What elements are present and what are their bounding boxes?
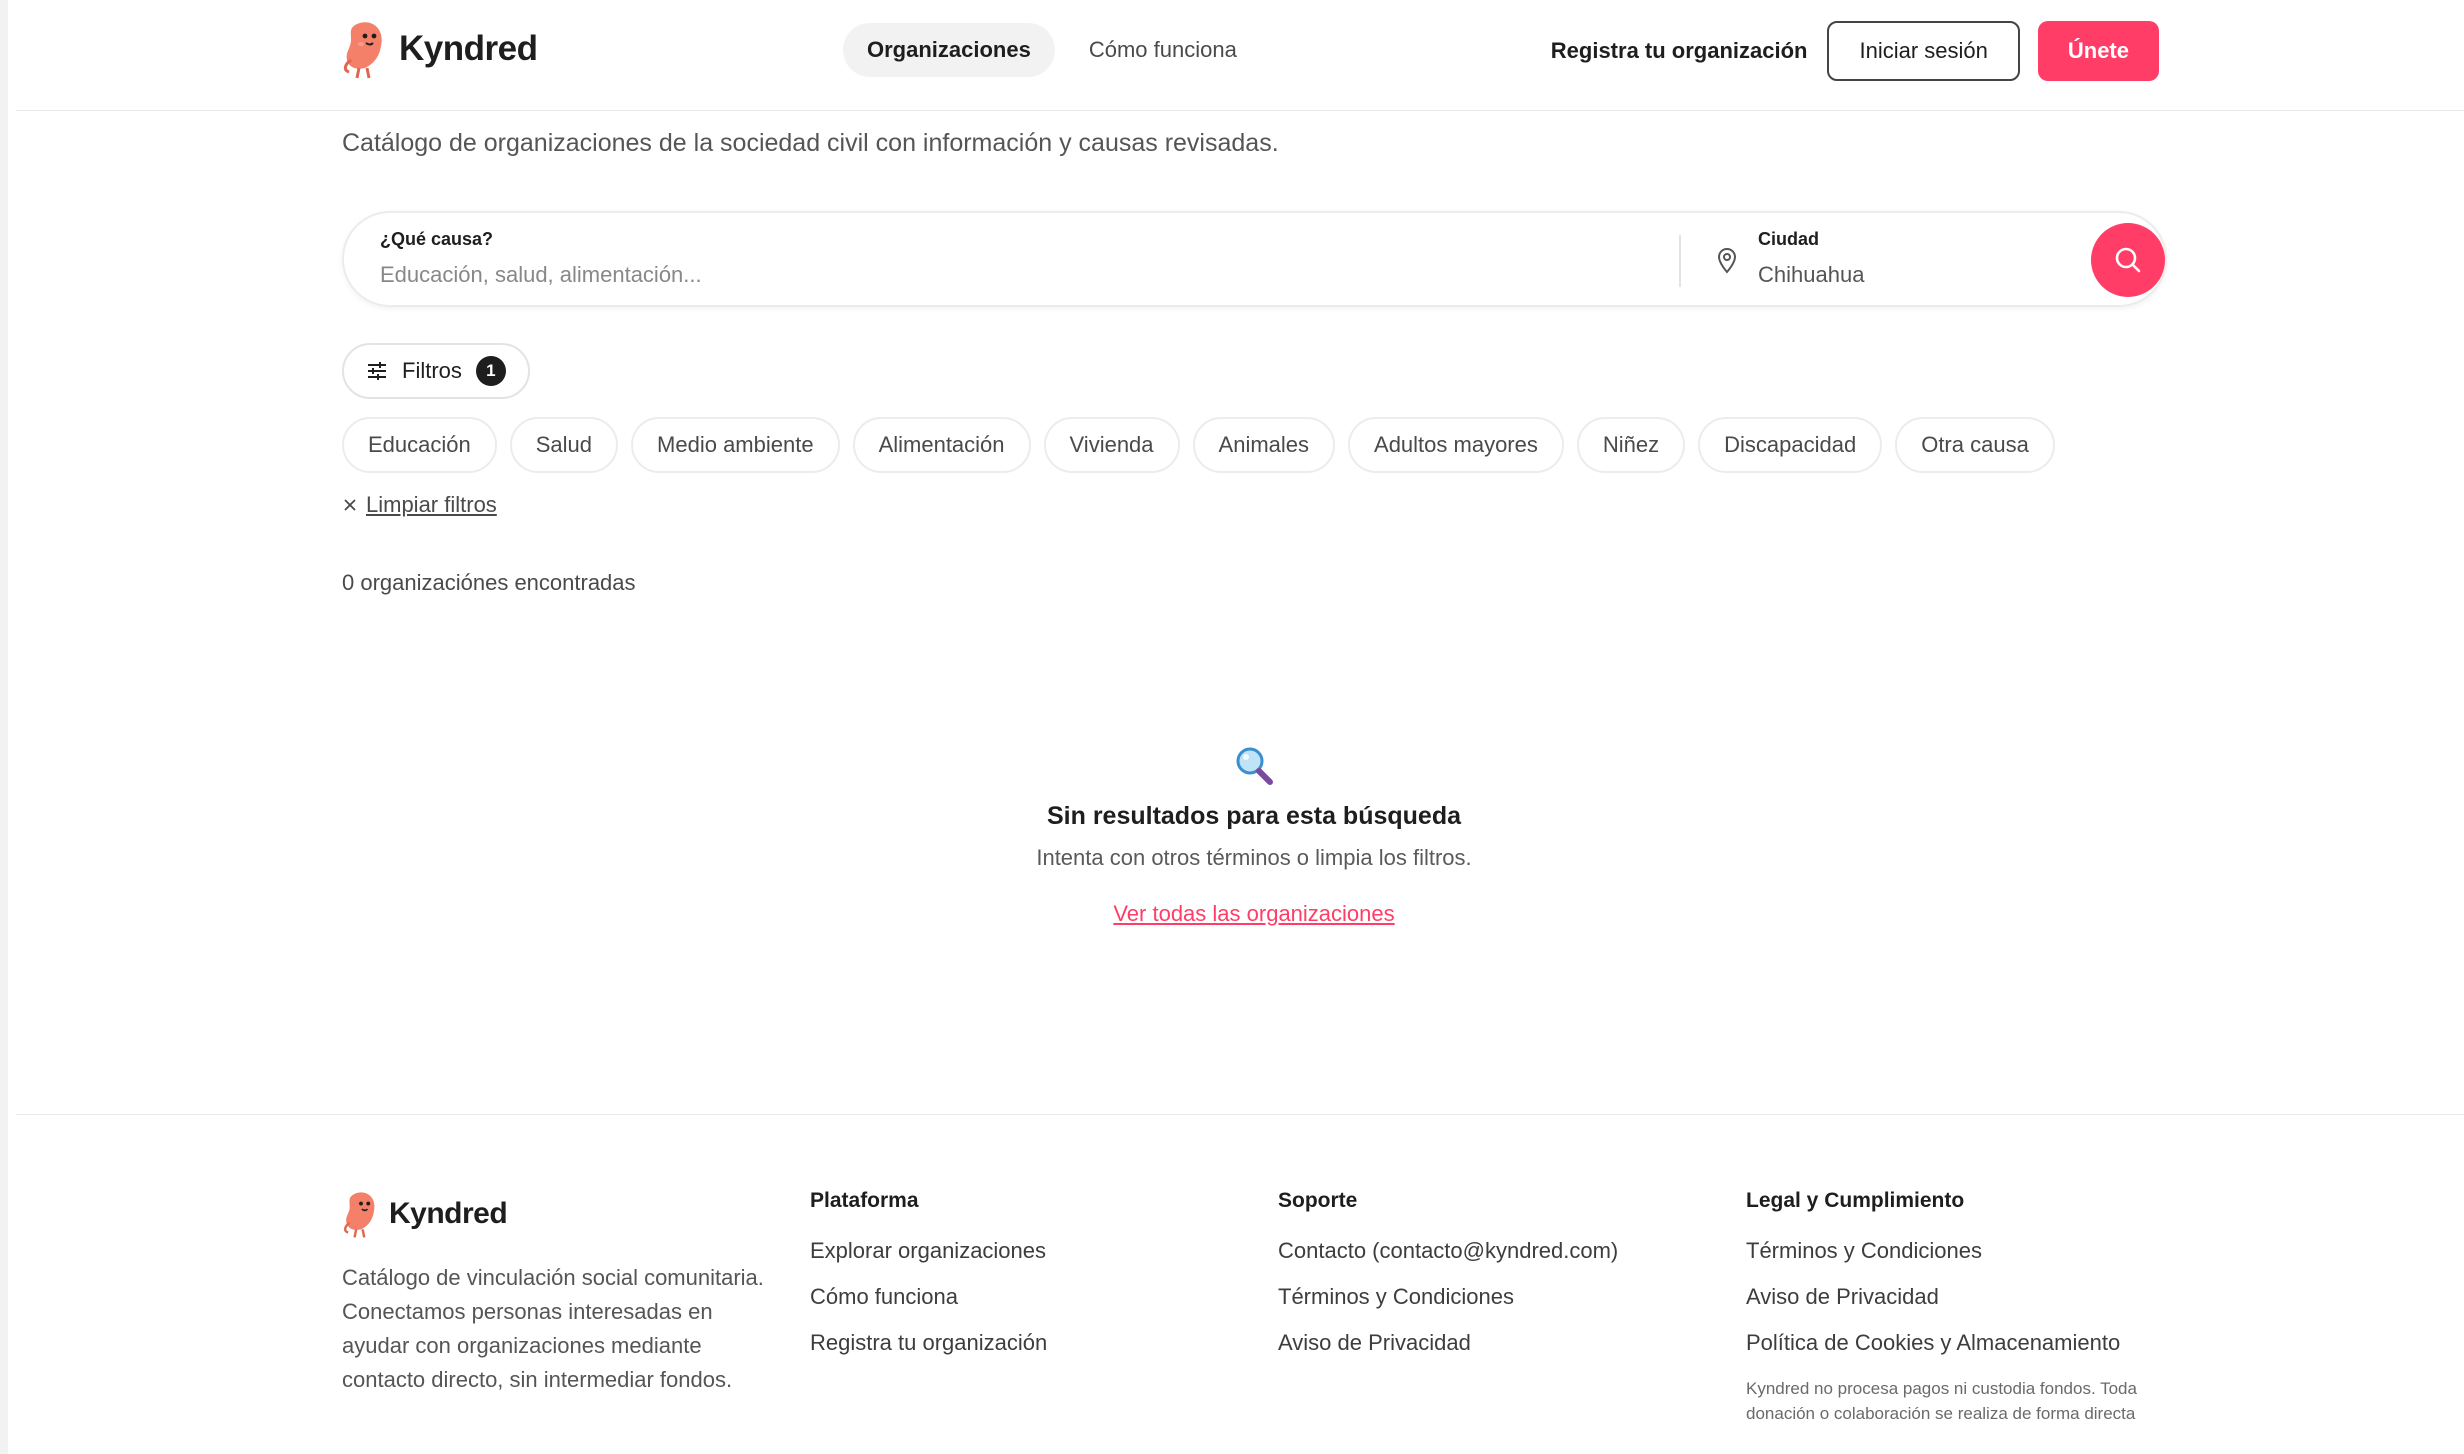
magnifier-emoji-icon	[1236, 747, 1273, 785]
city-field-label: Ciudad	[1758, 229, 1819, 249]
tab-organizaciones[interactable]: Organizaciones	[843, 23, 1055, 77]
footer-col-plataforma: Plataforma Explorar organizaciones Cómo …	[810, 1189, 1047, 1376]
footer-col-title: Plataforma	[810, 1189, 919, 1212]
city-input[interactable]: Chihuahua	[1758, 262, 1864, 288]
brand-logo[interactable]: Kyndred	[341, 18, 538, 80]
footer-col-soporte: Soporte Contacto (contacto@kyndred.com) …	[1278, 1189, 1618, 1376]
results-count: 0 organizaciónes encontradas	[342, 570, 636, 595]
chip-discapacidad[interactable]: Discapacidad	[1698, 417, 1883, 473]
chip-salud[interactable]: Salud	[509, 417, 619, 473]
footer-link-privacidad-legal[interactable]: Aviso de Privacidad	[1746, 1284, 2166, 1310]
tab-como-funciona[interactable]: Cómo funciona	[1065, 23, 1261, 77]
chip-adultos-mayores[interactable]: Adultos mayores	[1348, 417, 1564, 473]
kyndred-mascot-icon	[343, 1192, 375, 1238]
footer-col-legal: Legal y Cumplimiento Términos y Condicio…	[1746, 1189, 2166, 1426]
footer-col-title: Legal y Cumplimiento	[1746, 1189, 1965, 1212]
chip-vivienda[interactable]: Vivienda	[1043, 417, 1180, 473]
map-pin-icon	[1717, 247, 1737, 274]
main-nav: Organizaciones Cómo funciona	[843, 23, 1261, 77]
brand-name: Kyndred	[399, 29, 538, 68]
footer-link-contacto[interactable]: Contacto (contacto@kyndred.com)	[1278, 1238, 1618, 1264]
footer-logo[interactable]: Kyndred	[341, 1189, 508, 1239]
join-button[interactable]: Únete	[2037, 21, 2159, 81]
filters-count-badge: 1	[475, 356, 506, 386]
empty-state-title: Sin resultados para esta búsqueda	[1046, 802, 1461, 830]
footer-legal-note: Kyndred no procesa pagos ni custodia fon…	[1746, 1379, 2137, 1423]
register-org-link[interactable]: Registra tu organización	[1551, 38, 1808, 64]
chip-alimentacion[interactable]: Alimentación	[852, 417, 1031, 473]
city-field[interactable]: Ciudad Chihuahua	[1758, 229, 1864, 288]
close-icon	[344, 499, 356, 511]
filters-label: Filtros	[402, 358, 462, 383]
search-button[interactable]	[2091, 223, 2165, 297]
empty-state-subtitle: Intenta con otros términos o limpia los …	[1036, 845, 1472, 870]
view-all-orgs-link[interactable]: Ver todas las organizaciones	[1113, 901, 1394, 927]
footer-link-como-funciona[interactable]: Cómo funciona	[810, 1284, 1047, 1310]
footer-link-explorar[interactable]: Explorar organizaciones	[810, 1238, 1047, 1264]
page-subtitle: Catálogo de organizaciones de la socieda…	[342, 129, 1279, 157]
search-icon	[2115, 247, 2141, 273]
empty-state-content: Sin resultados para esta búsqueda Intent…	[942, 745, 1566, 927]
cause-chips: Educación Salud Medio ambiente Alimentac…	[342, 417, 2055, 473]
chip-animales[interactable]: Animales	[1192, 417, 1336, 473]
site-header: Kyndred Organizaciones Cómo funciona Reg…	[16, 0, 2464, 111]
chip-ninez[interactable]: Niñez	[1576, 417, 1686, 473]
kyndred-mascot-icon	[343, 22, 382, 79]
page-frame: Kyndred Organizaciones Cómo funciona Reg…	[0, 0, 2464, 1454]
cause-input[interactable]: Educación, salud, alimentación...	[380, 262, 702, 288]
footer-link-cookies[interactable]: Política de Cookies y Almacenamiento	[1746, 1330, 2166, 1356]
chip-otra-causa[interactable]: Otra causa	[1895, 417, 2055, 473]
chip-medio-ambiente[interactable]: Medio ambiente	[631, 417, 840, 473]
footer-link-terminos[interactable]: Términos y Condiciones	[1278, 1284, 1618, 1310]
footer-link-registra[interactable]: Registra tu organización	[810, 1330, 1047, 1356]
filters-button[interactable]: Filtros 1	[342, 343, 530, 399]
footer-link-privacidad[interactable]: Aviso de Privacidad	[1278, 1330, 1618, 1356]
site-footer: Kyndred Catálogo de vinculación social c…	[16, 1114, 2464, 1454]
clear-filters-link[interactable]: Limpiar filtros	[342, 492, 497, 518]
footer-description: Catálogo de vinculación social comunitar…	[342, 1265, 764, 1392]
cause-field[interactable]: ¿Qué causa? Educación, salud, alimentaci…	[380, 229, 702, 288]
cause-field-label: ¿Qué causa?	[380, 229, 494, 249]
footer-link-terminos-legal[interactable]: Términos y Condiciones	[1746, 1238, 2166, 1264]
footer-col-title: Soporte	[1278, 1189, 1358, 1212]
search-divider	[1679, 235, 1681, 287]
header-actions: Registra tu organización Iniciar sesión …	[1551, 21, 2159, 81]
footer-brand-name: Kyndred	[389, 1197, 508, 1230]
sliders-icon	[368, 362, 386, 380]
login-button[interactable]: Iniciar sesión	[1827, 21, 2020, 81]
chip-educacion[interactable]: Educación	[342, 417, 497, 473]
clear-filters-label: Limpiar filtros	[366, 492, 497, 517]
search-bar: ¿Qué causa? Educación, salud, alimentaci…	[342, 211, 2167, 307]
